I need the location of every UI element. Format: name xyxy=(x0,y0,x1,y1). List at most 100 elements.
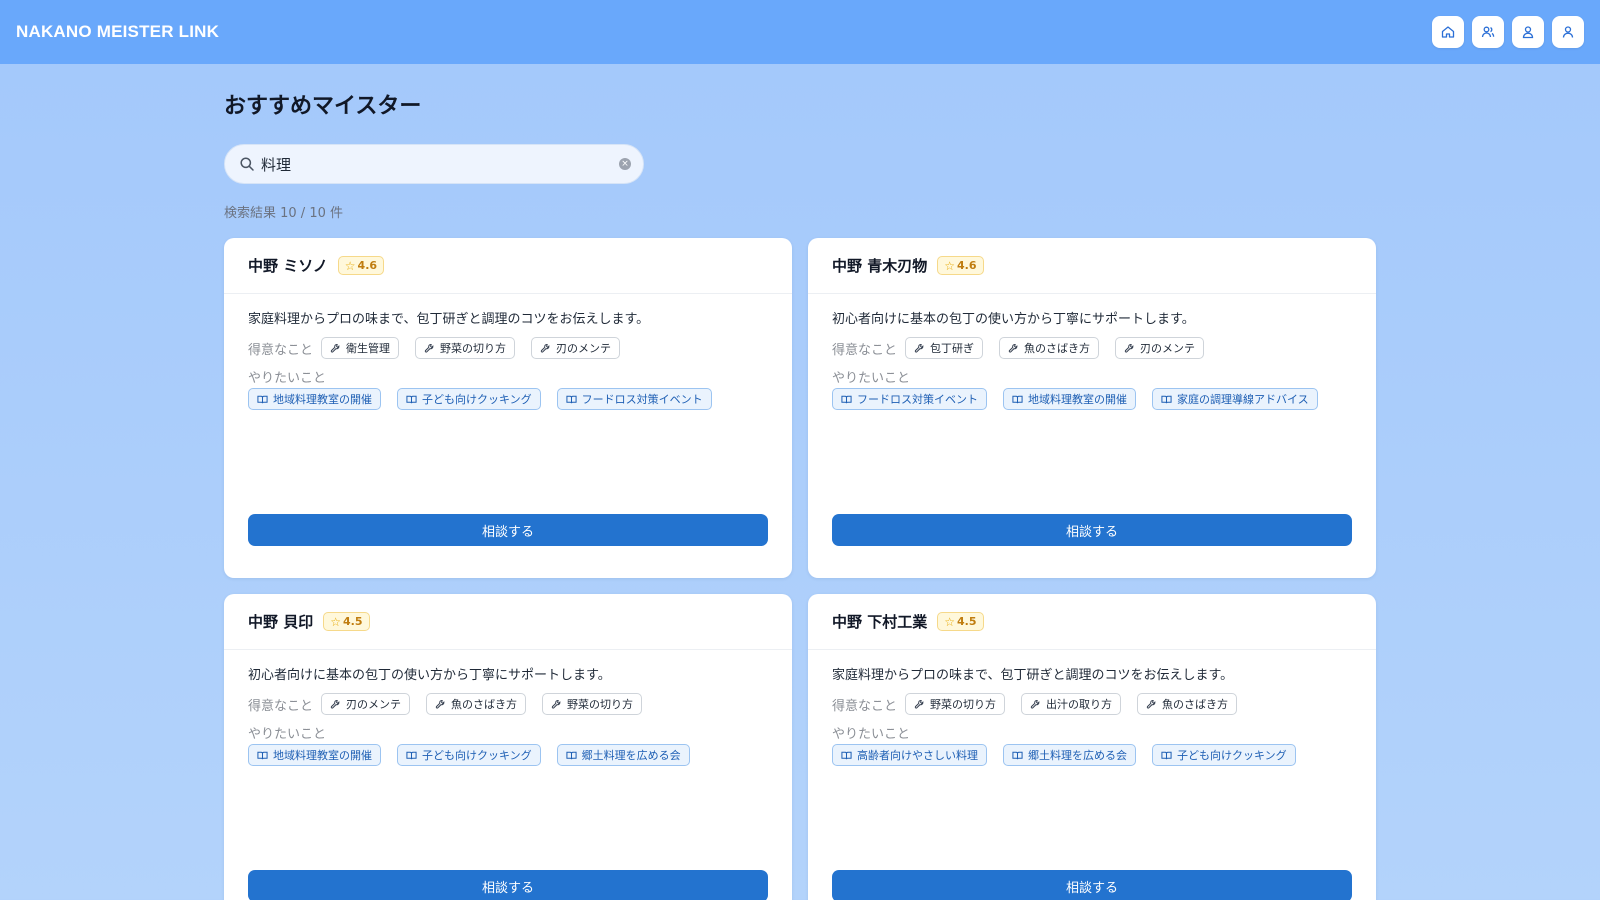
card-body: 初心者向けに基本の包丁の使い方から丁寧にサポートします。 得意なこと 刃のメンテ… xyxy=(224,650,792,766)
search-bar: × xyxy=(224,144,644,184)
meister-description: 初心者向けに基本の包丁の使い方から丁寧にサポートします。 xyxy=(832,312,1195,327)
result-count: 検索結果 10 / 10 件 xyxy=(224,206,343,221)
goal-tag: フードロス対策イベント xyxy=(556,388,712,410)
wants-label: やりたいこと xyxy=(832,727,911,742)
skill-tag: 魚のさばき方 xyxy=(999,337,1100,359)
clear-search-button[interactable]: × xyxy=(619,158,631,170)
skills-label: 得意なこと xyxy=(248,342,314,358)
wants-row: フードロス対策イベント 地域料理教室の開催 家庭の調理導線アドバイス xyxy=(832,388,1352,410)
goal-tag: 家庭の調理導線アドバイス xyxy=(1152,388,1318,410)
skills-label: 得意なこと xyxy=(832,698,898,714)
meister-name: 中野 貝印 xyxy=(248,613,314,631)
goal-tag: 郷土料理を広める会 xyxy=(556,744,690,766)
consult-button[interactable]: 相談する xyxy=(248,870,768,900)
wrench-icon xyxy=(330,699,340,709)
card-header: 中野 下村工業 ☆ 4.5 xyxy=(808,594,1376,650)
book-icon xyxy=(257,751,268,759)
book-icon xyxy=(841,751,852,759)
goal-tag: フードロス対策イベント xyxy=(832,388,987,410)
meister-card: 中野 ミソノ ☆ 4.6 家庭料理からプロの味まで、包丁研ぎと調理のコツをお伝えし… xyxy=(224,238,792,578)
profile-button[interactable] xyxy=(1552,16,1584,48)
skill-tag: 刃のメンテ xyxy=(1115,337,1205,359)
goal-tag: 地域料理教室の開催 xyxy=(1003,388,1136,410)
skill-tag: 魚のさばき方 xyxy=(426,693,527,715)
book-icon xyxy=(841,395,852,403)
wrench-icon xyxy=(540,343,550,353)
wants-row: 地域料理教室の開催 子ども向けクッキング 郷土料理を広める会 xyxy=(248,744,768,766)
star-icon: ☆ xyxy=(344,258,356,273)
search-icon xyxy=(240,157,254,171)
goal-tag: 子ども向けクッキング xyxy=(397,388,541,410)
card-header: 中野 貝印 ☆ 4.5 xyxy=(224,594,792,650)
wants-row: 地域料理教室の開催 子ども向けクッキング フードロス対策イベント xyxy=(248,388,768,410)
rating-badge: ☆ 4.6 xyxy=(937,256,984,275)
goal-tag: 子ども向けクッキング xyxy=(397,744,541,766)
skills-label: 得意なこと xyxy=(248,698,314,714)
meister-card: 中野 下村工業 ☆ 4.5 家庭料理からプロの味まで、包丁研ぎと調理のコツをお伝え… xyxy=(808,594,1376,900)
goal-tag: 高齢者向けやさしい料理 xyxy=(832,744,987,766)
wrench-icon xyxy=(1030,699,1040,709)
book-icon xyxy=(1012,395,1023,403)
rating-value: 4.6 xyxy=(957,259,977,272)
consult-button[interactable]: 相談する xyxy=(248,514,768,546)
rating-badge: ☆ 4.6 xyxy=(337,256,385,275)
rating-value: 4.5 xyxy=(343,615,363,628)
home-button[interactable] xyxy=(1432,16,1464,48)
search-input[interactable] xyxy=(261,155,613,173)
wants-label: やりたいこと xyxy=(248,371,327,386)
meister-name: 中野 青木刃物 xyxy=(832,257,928,275)
goal-tag: 地域料理教室の開催 xyxy=(248,744,381,766)
meister-description: 家庭料理からプロの味まで、包丁研ぎと調理のコツをお伝えします。 xyxy=(832,668,1234,683)
skill-tag: 刃のメンテ xyxy=(531,337,621,359)
skills-row: 得意なこと 野菜の切り方 出汁の取り方 魚のさばき方 xyxy=(832,693,1352,715)
skills-row: 得意なこと 刃のメンテ 魚のさばき方 野菜の切り方 xyxy=(248,693,768,715)
star-icon: ☆ xyxy=(944,614,955,629)
meister-name: 中野 下村工業 xyxy=(832,613,928,631)
meister-description: 家庭料理からプロの味まで、包丁研ぎと調理のコツをお伝えします。 xyxy=(248,312,650,327)
wants-label: やりたいこと xyxy=(248,727,327,742)
wrench-icon xyxy=(424,343,434,353)
book-icon xyxy=(406,751,417,759)
clear-icon: × xyxy=(621,159,629,169)
home-icon xyxy=(1441,26,1455,38)
meister-card: 中野 貝印 ☆ 4.5 初心者向けに基本の包丁の使い方から丁寧にサポートします。 … xyxy=(224,594,792,900)
wants-row: 高齢者向けやさしい料理 郷土料理を広める会 子ども向けクッキング xyxy=(832,744,1352,766)
rating-value: 4.5 xyxy=(957,615,977,628)
book-icon xyxy=(1161,751,1172,759)
skill-tag: 魚のさばき方 xyxy=(1137,693,1238,715)
book-icon xyxy=(257,395,268,403)
skill-tag: 包丁研ぎ xyxy=(905,337,984,359)
rating-badge: ☆ 4.5 xyxy=(323,612,370,631)
top-bar: NAKANO MEISTER LINK xyxy=(0,0,1600,64)
consult-button[interactable]: 相談する xyxy=(832,870,1352,900)
users-icon xyxy=(1481,26,1495,38)
goal-tag: 子ども向けクッキング xyxy=(1152,744,1296,766)
card-header: 中野 青木刃物 ☆ 4.6 xyxy=(808,238,1376,294)
meister-description: 初心者向けに基本の包丁の使い方から丁寧にサポートします。 xyxy=(248,668,611,683)
book-icon xyxy=(566,395,577,403)
card-body: 家庭料理からプロの味まで、包丁研ぎと調理のコツをお伝えします。 得意なこと 衛生… xyxy=(224,294,792,410)
rating-badge: ☆ 4.5 xyxy=(937,612,984,631)
skill-tag: 衛生管理 xyxy=(321,337,400,359)
skills-row: 得意なこと 衛生管理 野菜の切り方 刃のメンテ xyxy=(248,337,768,359)
skill-tag: 野菜の切り方 xyxy=(905,693,1006,715)
nav-icons xyxy=(1432,16,1584,48)
skill-tag: 野菜の切り方 xyxy=(415,337,516,359)
user-button[interactable] xyxy=(1512,16,1544,48)
consult-button[interactable]: 相談する xyxy=(832,514,1352,546)
card-body: 家庭料理からプロの味まで、包丁研ぎと調理のコツをお伝えします。 得意なこと 野菜… xyxy=(808,650,1376,766)
meister-name: 中野 ミソノ xyxy=(248,257,328,275)
wrench-icon xyxy=(1124,343,1134,353)
book-icon xyxy=(566,751,577,759)
goal-tag: 郷土料理を広める会 xyxy=(1003,744,1136,766)
wrench-icon xyxy=(914,699,924,709)
brand-logo[interactable]: NAKANO MEISTER LINK xyxy=(16,22,219,42)
skills-row: 得意なこと 包丁研ぎ 魚のさばき方 刃のメンテ xyxy=(832,337,1352,359)
card-body: 初心者向けに基本の包丁の使い方から丁寧にサポートします。 得意なこと 包丁研ぎ魚… xyxy=(808,294,1376,410)
star-icon: ☆ xyxy=(330,614,341,629)
wrench-icon xyxy=(551,699,561,709)
wrench-icon xyxy=(914,343,924,353)
skill-tag: 刃のメンテ xyxy=(321,693,411,715)
users-button[interactable] xyxy=(1472,16,1504,48)
book-icon xyxy=(1161,395,1172,403)
